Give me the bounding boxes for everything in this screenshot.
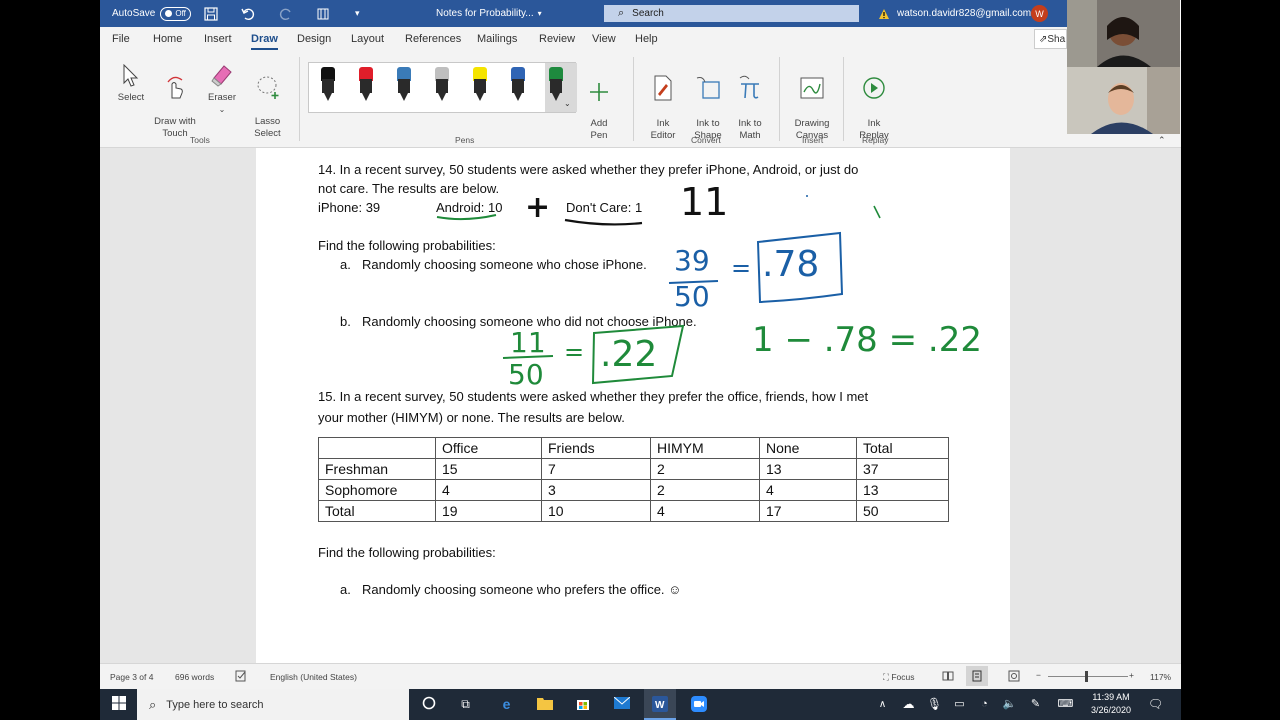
stray-ink-mark <box>873 205 881 219</box>
focus-label: Focus <box>891 672 915 682</box>
read-mode-icon[interactable] <box>942 670 954 684</box>
page-count[interactable]: Page 3 of 4 <box>110 672 153 682</box>
wifi-icon[interactable]: ◔ <box>976 696 993 713</box>
dontcare-underline-stroke <box>564 218 643 226</box>
store-icon[interactable] <box>574 696 591 713</box>
word-app-icon[interactable]: W <box>651 696 668 713</box>
focus-mode-button[interactable]: ⛶ Focus <box>883 672 914 683</box>
zoom-slider-thumb[interactable] <box>1085 671 1088 682</box>
taskbar-search-placeholder: Type here to search <box>166 698 264 711</box>
ink-frac-39-denominator: 50 <box>674 280 710 313</box>
windows-start-icon[interactable] <box>110 696 127 713</box>
windows-taskbar: ⌕ Type here to search ⧉ e W ∧ ☁ 🎙 ▭ ◔ 🔈 … <box>100 689 1181 720</box>
ink-frac-11-numerator: 11 <box>510 326 546 359</box>
cortana-icon[interactable] <box>420 696 437 713</box>
edge-browser-icon[interactable]: e <box>498 696 515 713</box>
taskbar-search-input[interactable]: ⌕ Type here to search <box>137 689 409 720</box>
chevron-up-icon[interactable]: ∧ <box>874 696 891 713</box>
webcam-tile-2 <box>1067 67 1180 134</box>
ink-answer-78: .78 <box>762 244 820 285</box>
zoom-out-button[interactable]: − <box>1036 670 1041 680</box>
mail-icon[interactable] <box>613 696 630 713</box>
ink-complement-calc: 1 − .78 = .22 <box>752 320 982 360</box>
word-count[interactable]: 696 words <box>175 672 214 682</box>
ink-equals-1: = <box>731 254 752 282</box>
notifications-icon[interactable]: 🗨 <box>1147 696 1164 713</box>
zoom-in-button[interactable]: + <box>1129 670 1134 680</box>
taskbar-clock[interactable]: 11:39 AM 3/26/2020 <box>1084 691 1138 717</box>
zoom-level[interactable]: 117% <box>1150 672 1171 682</box>
clock-date: 3/26/2020 <box>1090 705 1132 715</box>
battery-icon[interactable]: ▭ <box>951 696 968 713</box>
clock-time: 11:39 AM <box>1092 692 1130 702</box>
svg-text:W: W <box>655 700 665 711</box>
status-bar: Page 3 of 4 696 words English (United St… <box>100 663 1181 689</box>
microphone-icon[interactable]: 🎙 <box>926 696 943 713</box>
web-layout-icon[interactable] <box>1008 670 1020 684</box>
ink-frac-39-numerator: 39 <box>674 244 710 277</box>
zoom-app-icon[interactable] <box>690 696 707 713</box>
task-view-icon[interactable]: ⧉ <box>457 696 474 713</box>
print-layout-icon[interactable] <box>971 670 983 684</box>
focus-icon: ⛶ <box>883 672 889 682</box>
webcam-tile-1 <box>1067 0 1180 67</box>
volume-icon[interactable]: 🔈 <box>1001 696 1018 713</box>
android-underline-stroke <box>436 214 497 221</box>
keyboard-icon[interactable]: ⌨ <box>1057 696 1074 713</box>
ink-answer-22: .22 <box>600 334 658 375</box>
search-icon: ⌕ <box>149 696 157 712</box>
file-explorer-icon[interactable] <box>536 696 553 713</box>
language-indicator[interactable]: English (United States) <box>270 672 357 682</box>
pen-workspace-icon[interactable]: ✎ <box>1027 696 1044 713</box>
proofing-icon[interactable] <box>235 670 247 684</box>
zoom-slider-track[interactable] <box>1048 676 1128 677</box>
ink-equals-2: = <box>564 338 585 366</box>
ink-frac-11-denominator: 50 <box>508 358 544 391</box>
ink-plus: + <box>525 190 551 225</box>
ink-eleven: 11 <box>680 180 729 224</box>
stray-ink-dot <box>806 195 808 197</box>
onedrive-cloud-icon[interactable]: ☁ <box>900 696 917 713</box>
